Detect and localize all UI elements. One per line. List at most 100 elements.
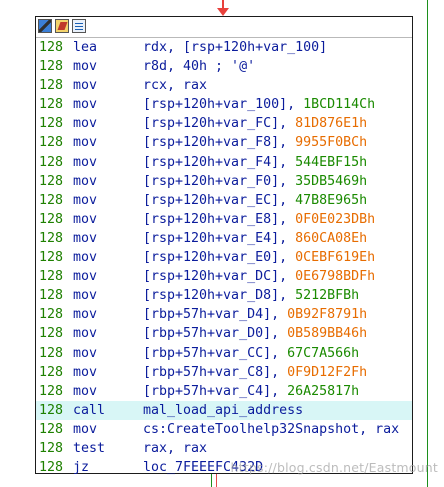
instruction-mnemonic: mov [73, 345, 98, 361]
instruction-operands[interactable]: [rsp+120h+var_EC], 47B8E965h [143, 191, 367, 210]
color-palette-icon[interactable] [38, 19, 52, 33]
instruction-operands[interactable]: [rsp+120h+var_FC], 81D876E1h [143, 114, 367, 133]
instruction-mnemonic: call [73, 402, 106, 418]
instruction-mnemonic: mov [73, 230, 98, 246]
operand-text: [rbp+57h+var_D0], [143, 326, 288, 342]
instruction-mnemonic: mov [73, 97, 98, 113]
immediate-value: 0CEBF619Eh [295, 250, 376, 266]
instruction-mnemonic: mov [73, 288, 98, 304]
instruction-line[interactable]: 128 mov [rsp+120h+var_E8], 0F0E023DBh [36, 210, 412, 229]
operand-text: [rsp+120h+var_DC], [143, 269, 296, 285]
instruction-operands[interactable]: [rbp+57h+var_C4], 26A25817h [143, 382, 359, 401]
instruction-address: 128 [39, 383, 64, 399]
immediate-value: 544EBF15h [295, 154, 368, 170]
instruction-line[interactable]: 128 lea rdx, [rsp+120h+var_100] [36, 38, 412, 57]
instruction-mnemonic: lea [73, 40, 98, 55]
edit-node-icon[interactable] [55, 19, 69, 33]
operand-text: [rsp+120h+var_E8], [143, 211, 296, 227]
instruction-mnemonic: mov [73, 421, 98, 437]
instruction-address: 128 [39, 421, 64, 437]
instruction-address: 128 [39, 364, 64, 380]
instruction-operands[interactable]: [rsp+120h+var_100], 1BCD114Ch [143, 95, 375, 114]
instruction-address: 128 [39, 173, 64, 189]
immediate-value: 0B589BB46h [287, 326, 368, 342]
instruction-operands[interactable]: [rsp+120h+var_E4], 860CA08Eh [143, 229, 367, 248]
node-titlebar [36, 17, 412, 38]
instruction-operands[interactable]: [rbp+57h+var_D4], 0B92F8791h [143, 305, 367, 324]
instruction-line[interactable]: 128 mov [rsp+120h+var_EC], 47B8E965h [36, 191, 412, 210]
instruction-mnemonic: mov [73, 135, 98, 151]
instruction-operands[interactable]: [rsp+120h+var_F0], 35DB5469h [143, 172, 367, 191]
instruction-address: 128 [39, 154, 64, 170]
instruction-line[interactable]: 128 mov [rsp+120h+var_E0], 0CEBF619Eh [36, 248, 412, 267]
instruction-mnemonic: mov [73, 364, 98, 380]
instruction-mnemonic: mov [73, 211, 98, 227]
instruction-line[interactable]: 128 mov [rsp+120h+var_100], 1BCD114Ch [36, 95, 412, 114]
instruction-line[interactable]: 128 mov [rsp+120h+var_FC], 81D876E1h [36, 114, 412, 133]
instruction-address: 128 [39, 402, 64, 418]
instruction-mnemonic: mov [73, 78, 98, 94]
instruction-line[interactable]: 128 mov [rbp+57h+var_C8], 0F9D12F2Fh [36, 363, 412, 382]
instruction-line[interactable]: 128 mov [rsp+120h+var_D8], 5212BFBh [36, 286, 412, 305]
instruction-address: 128 [39, 288, 64, 304]
operand-text: [rsp+120h+var_E4], [143, 230, 296, 246]
instruction-line[interactable]: 128 test rax, rax [36, 439, 412, 458]
instruction-line[interactable]: 128 mov r8d, 40h ; '@' [36, 57, 412, 76]
instruction-operands[interactable]: [rsp+120h+var_E8], 0F0E023DBh [143, 210, 375, 229]
instruction-address: 128 [39, 192, 64, 208]
instruction-operands[interactable]: [rsp+120h+var_E0], 0CEBF619Eh [143, 248, 375, 267]
instruction-mnemonic: mov [73, 192, 98, 208]
instruction-operands[interactable]: [rbp+57h+var_CC], 67C7A566h [143, 344, 359, 363]
instruction-operands[interactable]: rdx, [rsp+120h+var_100] [143, 38, 327, 57]
instruction-operands[interactable]: [rsp+120h+var_F8], 9955F0BCh [143, 133, 367, 152]
instruction-line[interactable]: 128 mov [rsp+120h+var_E4], 860CA08Eh [36, 229, 412, 248]
immediate-value: 35DB5469h [295, 173, 368, 189]
immediate-value: 0E6798BDFh [295, 269, 376, 285]
instruction-line[interactable]: 128 mov [rbp+57h+var_D0], 0B589BB46h [36, 324, 412, 343]
instruction-line[interactable]: 128 mov [rsp+120h+var_F4], 544EBF15h [36, 153, 412, 172]
operand-text: [rbp+57h+var_C8], [143, 364, 288, 380]
instruction-address: 128 [39, 97, 64, 113]
instruction-operands[interactable]: [rbp+57h+var_D0], 0B589BB46h [143, 324, 367, 343]
side-edge-line [427, 0, 428, 487]
instruction-line[interactable]: 128 mov [rbp+57h+var_C4], 26A25817h [36, 382, 412, 401]
immediate-value: 0F0E023DBh [295, 211, 376, 227]
instruction-operands[interactable]: rcx, rax [143, 76, 207, 95]
instruction-operands[interactable]: r8d, 40h ; '@' [143, 57, 255, 76]
instruction-address: 128 [39, 211, 64, 227]
disassembly-graph-node[interactable]: 128 lea rdx, [rsp+120h+var_100] 128 mov r8d, … [35, 16, 413, 476]
instruction-line[interactable]: 128 mov [rsp+120h+var_DC], 0E6798BDFh [36, 267, 412, 286]
instruction-line[interactable]: 128 mov rcx, rax [36, 76, 412, 95]
instruction-address: 128 [39, 135, 64, 151]
operand-text: rcx, rax [143, 78, 208, 94]
instruction-line[interactable]: 128 mov [rbp+57h+var_D4], 0B92F8791h [36, 305, 412, 324]
instruction-operands[interactable]: [rbp+57h+var_C8], 0F9D12F2Fh [143, 363, 367, 382]
instruction-operands[interactable]: cs:CreateToolhelp32Snapshot, rax [143, 420, 399, 439]
instruction-address: 128 [39, 326, 64, 342]
operand-text: rdx, [rsp+120h+var_100] [143, 40, 328, 55]
instruction-operands[interactable]: [rsp+120h+var_F4], 544EBF15h [143, 153, 367, 172]
instruction-mnemonic: mov [73, 59, 98, 75]
instruction-mnemonic: jz [73, 460, 90, 476]
instruction-line[interactable]: 128 mov [rbp+57h+var_CC], 67C7A566h [36, 344, 412, 363]
instruction-line[interactable]: 128 mov cs:CreateToolhelp32Snapshot, rax [36, 420, 412, 439]
instruction-address: 128 [39, 345, 64, 361]
instruction-mnemonic: mov [73, 154, 98, 170]
instruction-line[interactable]: 128 mov [rsp+120h+var_F0], 35DB5469h [36, 172, 412, 191]
immediate-value: 47B8E965h [295, 192, 368, 208]
immediate-value: 9955F0BCh [295, 135, 368, 151]
instruction-address: 128 [39, 250, 64, 266]
instruction-line[interactable]: 128 call mal_load_api_address [36, 400, 412, 420]
instruction-operands[interactable]: rax, rax [143, 439, 207, 458]
instruction-operands[interactable]: [rsp+120h+var_D8], 5212BFBh [143, 286, 359, 305]
instruction-operands[interactable]: [rsp+120h+var_DC], 0E6798BDFh [143, 267, 375, 286]
instruction-address: 128 [39, 269, 64, 285]
graph-view-icon[interactable] [72, 19, 86, 33]
instruction-operands[interactable]: mal_load_api_address [143, 401, 303, 420]
instruction-address: 128 [39, 116, 64, 132]
operand-text: mal_load_api_address [143, 402, 304, 418]
watermark-text: https://blog.csdn.net/Eastmount [230, 460, 438, 475]
operand-text: [rsp+120h+var_E0], [143, 250, 296, 266]
instruction-mnemonic: mov [73, 326, 98, 342]
instruction-line[interactable]: 128 mov [rsp+120h+var_F8], 9955F0BCh [36, 133, 412, 152]
